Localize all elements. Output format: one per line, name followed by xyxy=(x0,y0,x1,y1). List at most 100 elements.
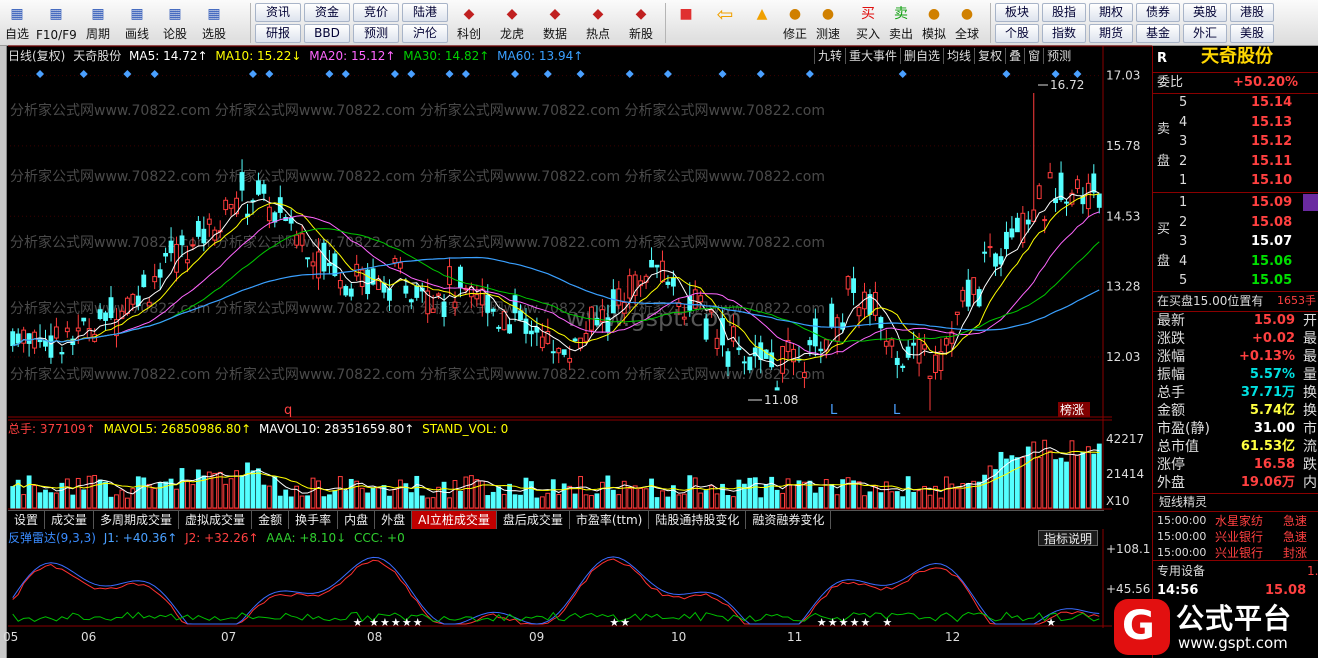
volume-bar xyxy=(878,492,884,509)
stat-side-key: 换 xyxy=(1303,403,1317,419)
candle-body xyxy=(179,235,185,246)
candle-body xyxy=(512,295,518,314)
volume-bar xyxy=(676,494,682,509)
volume-bar xyxy=(75,477,81,509)
indicator-help-button[interactable]: 指标说明 xyxy=(1038,530,1098,546)
candle-body xyxy=(408,299,414,303)
volume-bar xyxy=(900,496,906,509)
date-tick: 05 xyxy=(3,630,19,644)
candle-body xyxy=(43,340,48,347)
candle-body xyxy=(900,365,906,368)
ask-level: 5 xyxy=(1179,95,1188,110)
standvol-label: STAND_VOL: 0 xyxy=(422,422,509,436)
bid-row: 5 15.05 xyxy=(1153,272,1318,290)
candle-body xyxy=(305,257,310,260)
chart-tool-button[interactable]: 叠 xyxy=(1005,48,1024,64)
volume-bar xyxy=(228,478,234,509)
indicator-tab[interactable]: 外盘 xyxy=(375,511,413,529)
weibi-value: +50.20% xyxy=(1233,75,1299,90)
candle-body xyxy=(146,301,152,307)
volume-bar xyxy=(971,480,977,509)
indicator-tab[interactable]: 盘后成交量 xyxy=(497,511,570,529)
candle-body xyxy=(441,301,447,317)
ma60-label: MA60: 13.94↑ xyxy=(497,49,584,63)
indicator-name: 反弹雷达(9,3,3) xyxy=(8,531,96,545)
volume-bar xyxy=(632,485,638,509)
volume-bar xyxy=(92,474,98,509)
stock-name: 天奇股份 xyxy=(1201,46,1273,67)
chart-tool-button[interactable]: 重大事件 xyxy=(845,48,900,64)
volume-bar xyxy=(692,477,698,509)
stat-value: 16.58 xyxy=(1253,457,1295,472)
volume-bar xyxy=(81,489,87,509)
volume-bar xyxy=(53,492,59,509)
indicator-tab[interactable]: 融资融券变化 xyxy=(746,511,832,529)
indicator-tab[interactable]: 换手率 xyxy=(289,511,339,529)
ask-row: 1 15.10 xyxy=(1153,172,1318,190)
stat-row: 振幅 5.57% 量 xyxy=(1153,366,1318,384)
chart-tool-button[interactable]: 九转 xyxy=(814,48,845,64)
indicator-tab[interactable]: 设置 xyxy=(8,511,46,529)
volume-bar xyxy=(1042,439,1048,509)
indicator-tab[interactable]: 内盘 xyxy=(338,511,376,529)
stat-value: +0.13% xyxy=(1239,349,1295,364)
chart-tool-button[interactable]: 窗 xyxy=(1024,48,1043,64)
indicator-tab[interactable]: 市盈率(ttm) xyxy=(570,511,650,529)
candle-body xyxy=(294,234,300,246)
chart-tool-button[interactable]: 均线 xyxy=(943,48,974,64)
ask-row: 2 15.11 xyxy=(1153,153,1318,171)
volume-bar xyxy=(583,494,589,509)
queue-value: 1653手 xyxy=(1277,294,1316,307)
candle-body xyxy=(960,289,966,302)
volume-bar xyxy=(736,479,742,509)
candle-body xyxy=(670,277,676,287)
indicator-tab[interactable]: 虚拟成交量 xyxy=(179,511,253,529)
volume-bar xyxy=(1053,459,1059,509)
candle-body xyxy=(15,333,21,344)
stat-value: +0.02 xyxy=(1252,331,1295,346)
volume-bar xyxy=(32,485,37,509)
chart-info-line: 日线(复权) 天奇股份 MA5: 14.72↑ MA10: 15.22↓ MA2… xyxy=(8,48,583,64)
stat-value: 31.00 xyxy=(1253,421,1295,436)
bid-level: 4 xyxy=(1179,253,1188,269)
volume-bar xyxy=(845,477,851,509)
volume-bar xyxy=(518,494,523,509)
j2-label: J2: +32.26↑ xyxy=(185,531,259,545)
volume-bar xyxy=(419,495,425,509)
chart-tool-button[interactable]: 删自选 xyxy=(900,48,943,64)
ask-price: 15.11 xyxy=(1251,153,1293,169)
volume-bar xyxy=(610,489,616,509)
ask-row: 3 15.12 xyxy=(1153,133,1318,151)
volume-bar xyxy=(354,480,360,509)
volume-bar xyxy=(305,495,310,509)
watermark-text: 分析家公式网www.70822.com 分析家公式网www.70822.com … xyxy=(10,102,825,119)
volume-bar xyxy=(10,486,16,509)
volume-bar xyxy=(185,481,190,509)
candle-body xyxy=(53,326,59,339)
volume-bar xyxy=(337,476,343,509)
candle-body xyxy=(365,269,371,295)
volume-bar xyxy=(64,478,70,509)
candle-body xyxy=(610,289,616,314)
indicator-tab[interactable]: 成交量 xyxy=(45,511,95,529)
candle-body xyxy=(1091,173,1097,193)
candle-body xyxy=(392,258,398,264)
volume-bar xyxy=(458,490,463,509)
candle-body xyxy=(780,346,786,374)
chart-tool-button[interactable]: 预测 xyxy=(1043,48,1074,64)
device-label: 专用设备 xyxy=(1157,564,1206,578)
low-price-label: 11.08 xyxy=(764,393,798,407)
volume-bar xyxy=(916,490,922,509)
candle-body xyxy=(1025,219,1031,225)
indicator-tab[interactable]: AI立桩成交量 xyxy=(412,511,497,529)
stat-row: 最新 15.09 开 xyxy=(1153,312,1318,330)
indicator-axis-label: +45.56 xyxy=(1106,582,1150,596)
indicator-tab[interactable]: 多周期成交量 xyxy=(94,511,180,529)
candle-body xyxy=(993,253,998,267)
stat-row: 涨跌 +0.02 最 xyxy=(1153,330,1318,348)
chart-tool-button[interactable]: 复权 xyxy=(974,48,1005,64)
ask-row: 5 15.14 xyxy=(1153,94,1318,112)
indicator-tab[interactable]: 金额 xyxy=(252,511,290,529)
volume-bar xyxy=(212,472,218,509)
indicator-tab[interactable]: 陆股通持股变化 xyxy=(649,511,747,529)
